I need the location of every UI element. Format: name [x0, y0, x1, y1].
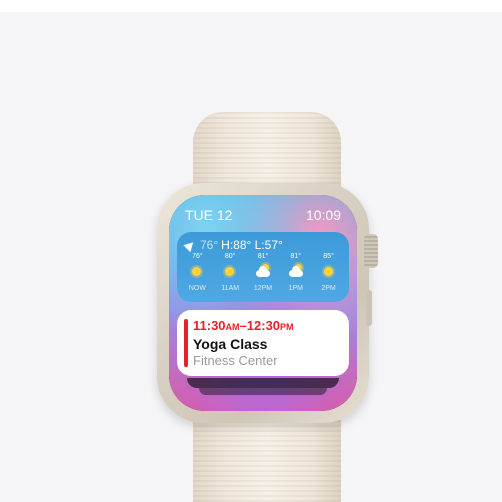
forecast-temp: 80° [224, 253, 236, 260]
forecast-hour: 85° 2PM [312, 253, 345, 292]
sun-icon [221, 263, 239, 283]
stacked-widget-card [187, 378, 339, 388]
digital-crown[interactable] [364, 234, 378, 268]
clock-time: 10:09 [305, 207, 341, 223]
partly-cloudy-icon [254, 263, 272, 283]
forecast-temp: 76° [192, 253, 203, 260]
forecast-label: 1PM [288, 285, 303, 292]
status-bar: TUE 12 10:09 [185, 207, 341, 223]
current-temperature: 76° [200, 238, 219, 252]
forecast-temp: 81° [257, 253, 269, 260]
forecast-label: NOW [188, 285, 206, 292]
watch-band-top [193, 112, 341, 192]
forecast-temp: 85° [323, 253, 334, 260]
forecast-hour: 81° 1PM [279, 253, 312, 292]
sun-icon [188, 263, 206, 283]
calendar-event-widget[interactable]: 11:30AM–12:30PM Yoga Class Fitness Cente… [177, 310, 349, 376]
event-time: 11:30AM–12:30PM [193, 318, 294, 333]
forecast-hour: 80° 11AM [214, 253, 247, 292]
hourly-forecast: 76° NOW 80° 11AM 81° 12PM 81° 1PM 85° 2P… [181, 253, 345, 292]
forecast-hour: 76° NOW [181, 253, 214, 292]
event-title: Yoga Class [193, 336, 268, 352]
watch-screen: TUE 12 10:09 76° H:88° L:57° 76° NOW 80°… [169, 195, 357, 411]
sun-icon [320, 263, 338, 283]
forecast-hour: 81° 12PM [247, 253, 280, 292]
forecast-label: 12PM [253, 285, 273, 292]
forecast-label: 11AM [221, 285, 240, 292]
event-color-bar [184, 319, 188, 367]
high-low-temperature: H:88° L:57° [221, 238, 283, 252]
location-arrow-icon [183, 238, 197, 252]
partly-cloudy-icon [287, 263, 305, 283]
watch-band-bottom [193, 420, 341, 502]
weather-header: 76° H:88° L:57° [183, 238, 283, 252]
event-location: Fitness Center [193, 353, 278, 368]
date-label: TUE 12 [185, 207, 233, 223]
weather-widget[interactable]: 76° H:88° L:57° 76° NOW 80° 11AM 81° 12P… [177, 232, 349, 302]
forecast-temp: 81° [290, 253, 302, 260]
forecast-label: 2PM [321, 285, 336, 292]
stacked-widget-card [199, 388, 327, 395]
side-button[interactable] [366, 290, 372, 326]
